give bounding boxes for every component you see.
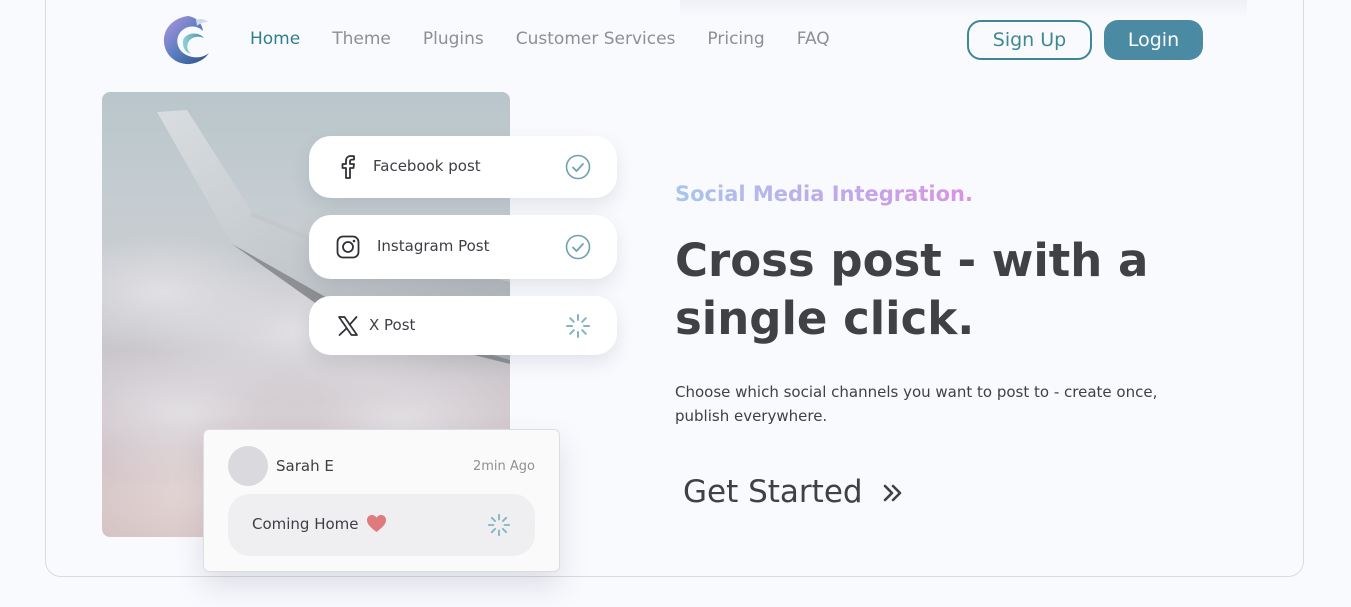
x-icon [335,313,361,339]
facebook-icon [335,154,361,180]
brand-logo[interactable] [162,14,212,66]
heart-icon [366,514,387,533]
main-nav: Home Theme Plugins Customer Services Pri… [250,28,862,50]
instagram-icon [335,234,361,260]
check-circle-icon [565,234,591,260]
comment-card: Sarah E 2min Ago Coming Home [203,429,560,572]
post-label: X Post [369,316,416,334]
loading-spinner-icon [565,313,591,339]
post-card-x[interactable]: X Post [309,296,617,355]
login-button[interactable]: Login [1104,20,1203,60]
section-eyebrow: Social Media Integration. [675,182,973,206]
nav-link-theme[interactable]: Theme [332,28,391,50]
comment-text: Coming Home [252,515,359,533]
nav-link-plugins[interactable]: Plugins [423,28,484,50]
post-card-instagram[interactable]: Instagram Post [309,215,617,279]
avatar [228,446,268,486]
hero-headline: Cross post - with a single click. [675,234,1149,345]
hero-description: Choose which social channels you want to… [675,383,1158,425]
loading-spinner-icon [487,513,511,537]
nav-link-faq[interactable]: FAQ [797,28,830,50]
nav-link-customer-services[interactable]: Customer Services [516,28,676,50]
comment-time: 2min Ago [472,459,535,474]
top-glow [680,0,1247,18]
nav-link-home[interactable]: Home [250,28,300,50]
get-started-label: Get Started [683,474,863,510]
post-label: Instagram Post [377,237,490,255]
check-circle-icon [565,154,591,180]
comment-bubble: Coming Home [228,494,535,556]
comment-author: Sarah E [276,457,334,475]
get-started-link[interactable]: Get Started [683,474,904,510]
nav-link-pricing[interactable]: Pricing [707,28,764,50]
double-chevron-right-icon [882,474,904,510]
post-label: Facebook post [373,157,481,175]
signup-button[interactable]: Sign Up [967,20,1092,60]
post-card-facebook[interactable]: Facebook post [309,136,617,198]
